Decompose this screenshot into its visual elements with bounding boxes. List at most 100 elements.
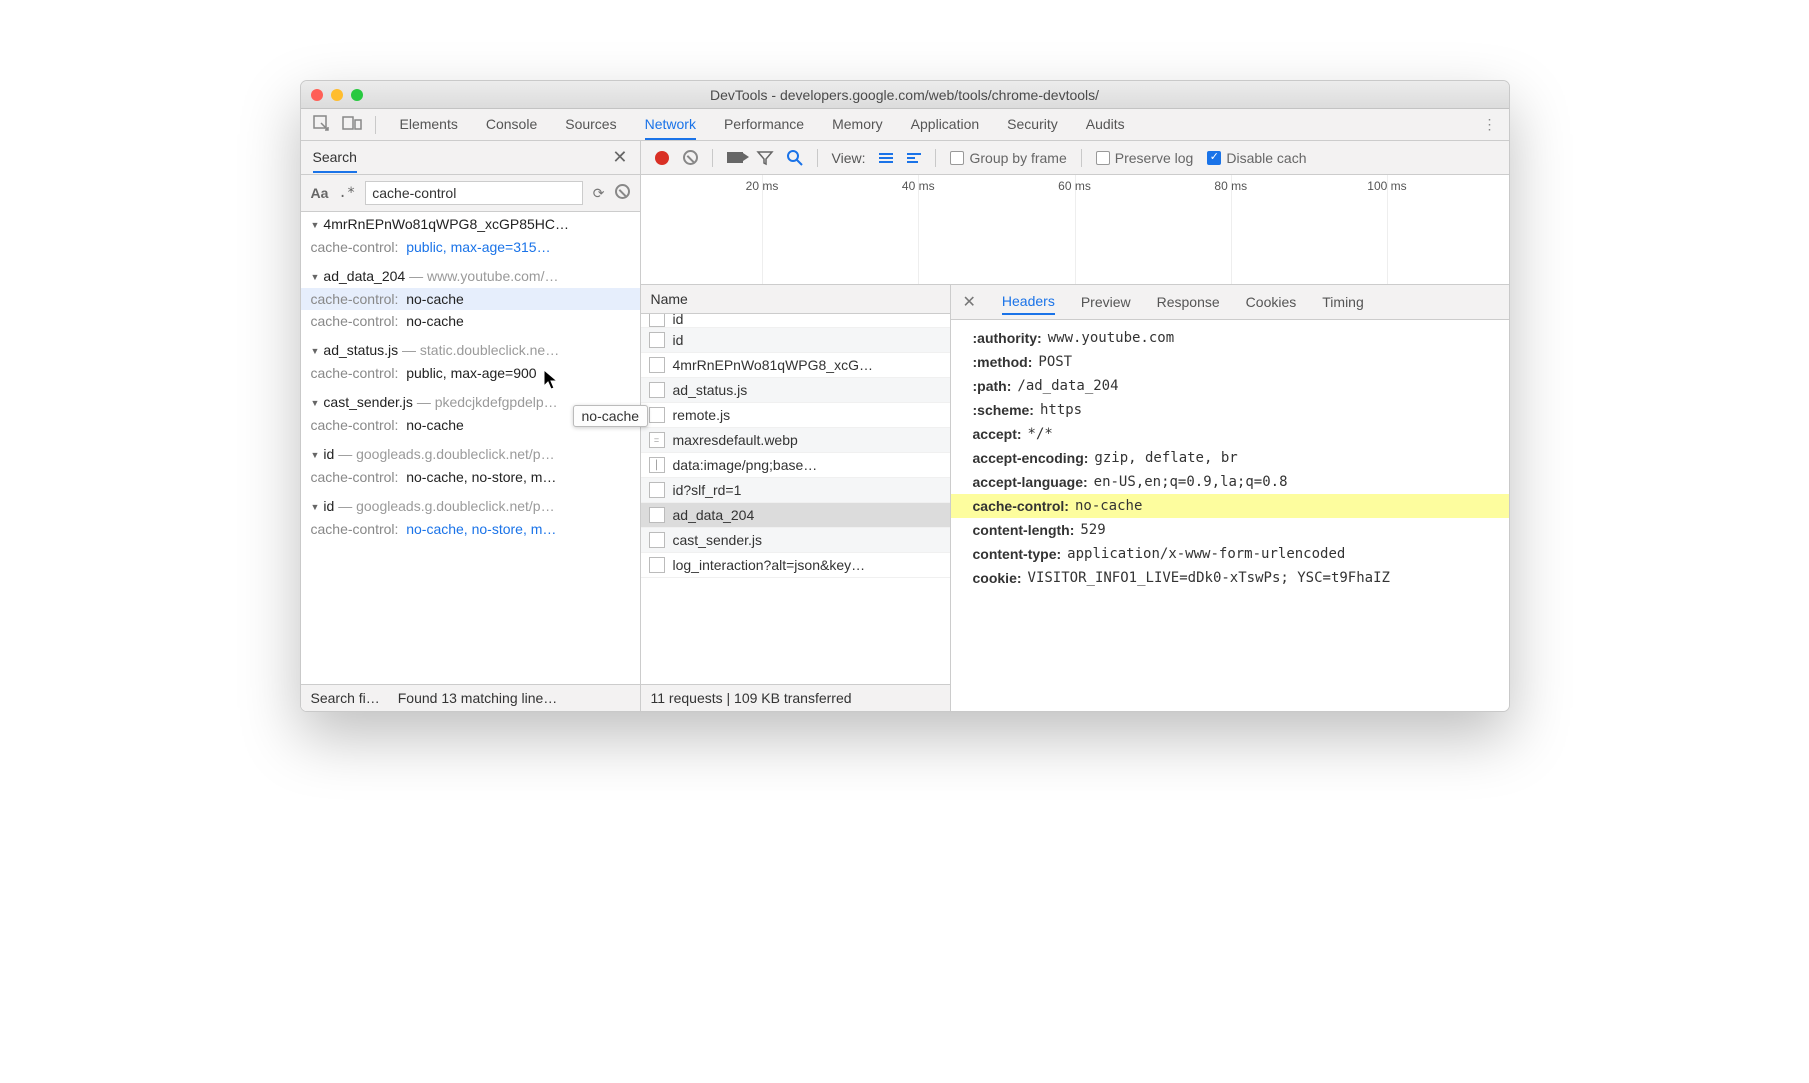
record-button[interactable] [655,151,669,165]
detail-tabs: ✕ Headers Preview Response Cookies Timing [951,285,1509,320]
header-row: accept-language: en-US,en;q=0.9,la;q=0.8 [951,470,1509,494]
header-row: :path: /ad_data_204 [951,374,1509,398]
large-rows-toggle[interactable] [879,153,893,163]
request-name: cast_sender.js [673,532,763,548]
search-input[interactable] [365,181,583,205]
header-row: :method: POST [951,350,1509,374]
header-row: content-length: 529 [951,518,1509,542]
refresh-search-icon[interactable]: ⟳ [593,185,605,202]
devtools-window: DevTools - developers.google.com/web/too… [300,80,1510,712]
tab-performance[interactable]: Performance [724,110,804,140]
request-name: ad_status.js [673,382,748,398]
tab-elements[interactable]: Elements [400,110,458,140]
overview-toggle[interactable] [907,153,921,163]
request-name: id?slf_rd=1 [673,482,742,498]
view-label: View: [832,150,866,166]
inspect-icon[interactable] [313,115,329,134]
search-result-group[interactable]: ad_data_204 — www.youtube.com/… [301,264,640,288]
clear-search-icon[interactable] [615,184,630,202]
clear-button[interactable] [683,150,698,165]
tab-memory[interactable]: Memory [832,110,883,140]
detail-tab-cookies[interactable]: Cookies [1246,290,1297,314]
search-result-group[interactable]: id — googleads.g.doubleclick.net/p… [301,442,640,466]
file-type-icon: = [649,432,665,448]
search-result-match[interactable]: cache-control: no-cache, no-store, m… [301,518,640,540]
header-row: :scheme: https [951,398,1509,422]
search-result-match[interactable]: cache-control: public, max-age=315… [301,236,640,258]
screenshots-toggle-icon[interactable] [727,152,743,163]
request-list-header[interactable]: Name [641,285,950,314]
device-toggle-icon[interactable] [343,116,361,133]
search-result-group[interactable]: ad_status.js — static.doubleclick.ne… [301,338,640,362]
request-row[interactable]: remote.js [641,403,950,428]
close-search-icon[interactable]: ✕ [612,147,627,168]
file-type-icon [649,382,665,398]
tab-sources[interactable]: Sources [565,110,616,140]
file-type-icon [649,482,665,498]
search-result-match[interactable]: cache-control: no-cache [301,288,640,310]
network-panel: View: Group by frame Preserve log Disabl… [641,141,1509,711]
search-result-match[interactable]: cache-control: no-cache [301,310,640,332]
disable-cache-checkbox[interactable]: Disable cach [1207,150,1306,166]
tab-application[interactable]: Application [911,110,980,140]
search-result-match[interactable]: cache-control: no-cache, no-store, m… [301,466,640,488]
request-row[interactable]: id [641,328,950,353]
separator [712,149,713,167]
timeline-tick: 20 ms [746,179,779,193]
file-type-icon [649,332,665,348]
network-timeline[interactable]: 20 ms40 ms60 ms80 ms100 ms [641,175,1509,285]
filter-toggle-icon[interactable] [757,151,773,165]
file-type-icon [649,357,665,373]
header-row: accept: */* [951,422,1509,446]
separator [817,149,818,167]
search-footer-right: Found 13 matching line… [398,690,630,706]
detail-tab-headers[interactable]: Headers [1002,289,1055,315]
request-row[interactable]: ⎮data:image/png;base… [641,453,950,478]
request-row[interactable]: id [641,314,950,328]
request-row[interactable]: 4mrRnEPnWo81qWPG8_xcG… [641,353,950,378]
file-type-icon [649,532,665,548]
group-by-frame-label: Group by frame [969,150,1066,166]
tab-network[interactable]: Network [645,110,696,140]
search-result-group[interactable]: id — googleads.g.doubleclick.net/p… [301,494,640,518]
tab-audits[interactable]: Audits [1086,110,1125,140]
header-row: :authority: www.youtube.com [951,326,1509,350]
detail-tab-preview[interactable]: Preview [1081,290,1131,314]
tab-security[interactable]: Security [1007,110,1058,140]
case-sensitive-toggle[interactable]: Aa [311,185,329,201]
detail-tab-response[interactable]: Response [1157,290,1220,314]
regex-toggle[interactable]: .* [338,185,355,201]
preserve-log-checkbox[interactable]: Preserve log [1096,150,1194,166]
request-row[interactable]: log_interaction?alt=json&key… [641,553,950,578]
search-footer: Search fi… Found 13 matching line… [301,684,640,711]
titlebar: DevTools - developers.google.com/web/too… [301,81,1509,109]
timeline-tick: 80 ms [1214,179,1247,193]
timeline-tick: 100 ms [1367,179,1406,193]
request-row[interactable]: = maxresdefault.webp [641,428,950,453]
search-panel-title: Search [313,149,357,173]
header-row: cache-control: no-cache [951,494,1509,518]
group-by-frame-checkbox[interactable]: Group by frame [950,150,1066,166]
search-results: 4mrRnEPnWo81qWPG8_xcGP85HC…cache-control… [301,212,640,684]
close-detail-icon[interactable]: ✕ [963,292,976,312]
request-row[interactable]: ad_status.js [641,378,950,403]
request-row[interactable]: cast_sender.js [641,528,950,553]
request-name: log_interaction?alt=json&key… [673,557,866,573]
header-row: content-type: application/x-www-form-url… [951,542,1509,566]
request-row[interactable]: ad_data_204 [641,503,950,528]
request-name: maxresdefault.webp [673,432,798,448]
search-result-match[interactable]: cache-control: public, max-age=900 [301,362,640,384]
separator [935,149,936,167]
header-row: accept-encoding: gzip, deflate, br [951,446,1509,470]
file-type-icon [649,557,665,573]
search-result-group[interactable]: 4mrRnEPnWo81qWPG8_xcGP85HC… [301,212,640,236]
request-row[interactable]: id?slf_rd=1 [641,478,950,503]
headers-panel: :authority: www.youtube.com:method: POST… [951,320,1509,711]
request-detail-column: ✕ Headers Preview Response Cookies Timing :a… [951,285,1509,711]
tab-console[interactable]: Console [486,110,537,140]
file-type-icon [649,407,665,423]
search-toggle-icon[interactable] [787,150,803,166]
more-menu-icon[interactable]: ⋮ [1483,116,1497,133]
separator [1081,149,1082,167]
detail-tab-timing[interactable]: Timing [1322,290,1364,314]
